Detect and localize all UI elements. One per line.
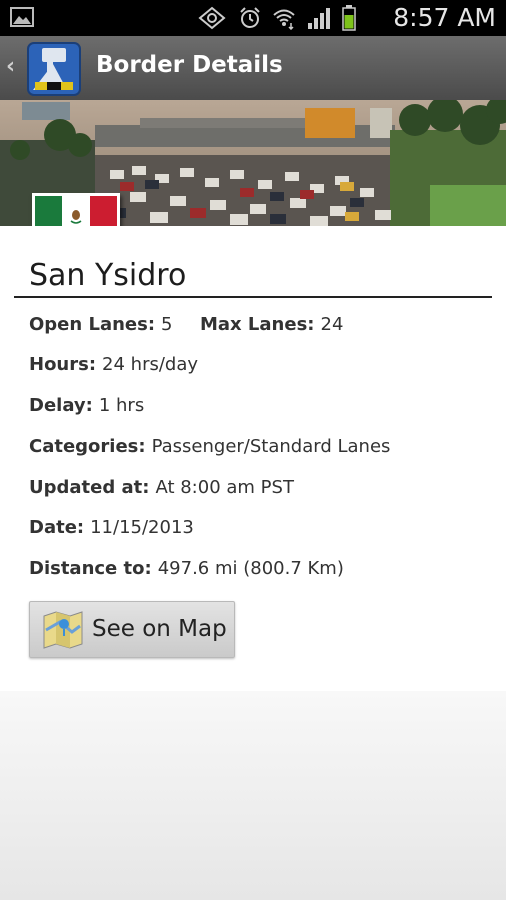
distance-label: Distance to: <box>29 558 152 579</box>
border-details-card: San Ysidro Open Lanes: 5 Max Lanes: 24 Hou… <box>0 226 506 691</box>
chevron-left-icon[interactable]: ‹ <box>6 54 15 79</box>
delay-label: Delay: <box>29 395 93 416</box>
screen-title: Border Details <box>96 52 283 78</box>
max-lanes-value: 24 <box>320 314 344 335</box>
delay-value: 1 hrs <box>98 395 145 416</box>
hours-row: Hours: 24 hrs/day <box>29 354 198 375</box>
status-bar: 8:57 AM <box>0 0 506 36</box>
updated-value: At 8:00 am PST <box>155 477 294 498</box>
bottom-empty-area <box>0 691 506 900</box>
open-lanes-label: Open Lanes: <box>29 314 156 335</box>
clock: 8:57 AM <box>393 3 496 32</box>
updated-row: Updated at: At 8:00 am PST <box>29 477 294 498</box>
categories-row: Categories: Passenger/Standard Lanes <box>29 436 390 457</box>
open-lanes-value: 5 <box>161 314 173 335</box>
date-label: Date: <box>29 517 85 538</box>
distance-value: 497.6 mi (800.7 Km) <box>157 558 344 579</box>
gallery-icon <box>10 7 34 27</box>
max-lanes-label: Max Lanes: <box>200 314 315 335</box>
status-icons <box>196 5 356 31</box>
hours-value: 24 hrs/day <box>102 354 199 375</box>
title-divider <box>14 296 492 298</box>
map-icon <box>43 611 83 649</box>
delay-row: Delay: 1 hrs <box>29 395 144 416</box>
hours-label: Hours: <box>29 354 97 375</box>
categories-label: Categories: <box>29 436 146 457</box>
battery-icon <box>342 5 356 31</box>
border-name: San Ysidro <box>29 258 187 293</box>
categories-value: Passenger/Standard Lanes <box>151 436 391 457</box>
updated-label: Updated at: <box>29 477 150 498</box>
see-on-map-button[interactable]: See on Map <box>29 601 235 658</box>
action-bar: ‹ Border Details <box>0 36 506 101</box>
distance-row: Distance to: 497.6 mi (800.7 Km) <box>29 558 344 579</box>
nfc-icon <box>198 6 226 30</box>
alarm-icon <box>240 7 260 28</box>
border-app-icon[interactable] <box>27 42 81 96</box>
wifi-icon <box>273 9 295 30</box>
date-value: 11/15/2013 <box>90 517 194 538</box>
signal-icon <box>308 8 330 29</box>
see-on-map-label: See on Map <box>92 616 227 642</box>
date-row: Date: 11/15/2013 <box>29 517 194 538</box>
lanes-row: Open Lanes: 5 Max Lanes: 24 <box>29 314 343 335</box>
